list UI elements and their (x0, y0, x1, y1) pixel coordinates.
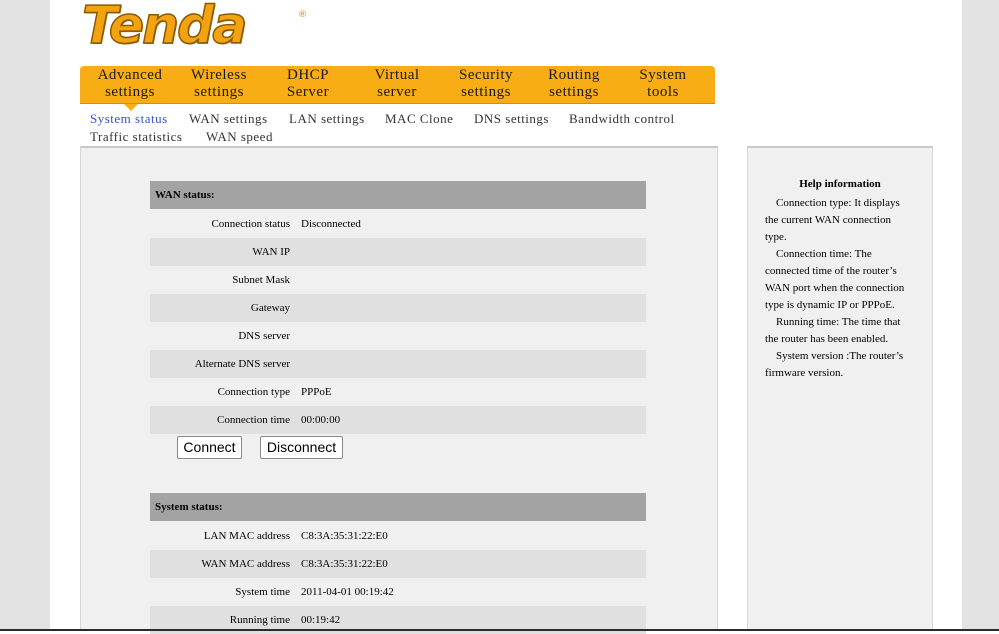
wan-row-gateway: Gateway (150, 294, 646, 322)
nav-dhcp-server[interactable]: DHCP Server (276, 67, 340, 101)
row-label: WAN IP (252, 246, 290, 258)
sys-row-system-time: System time 2011-04-01 00:19:42 (150, 578, 646, 606)
subnav-bandwidth-control[interactable]: Bandwidth control (569, 111, 675, 127)
active-nav-arrow-icon (124, 104, 138, 111)
nav-system-tools[interactable]: System tools (631, 67, 695, 101)
help-paragraph: Connection time: The connected time of t… (765, 248, 905, 311)
nav-advanced-settings[interactable]: Advanced settings (92, 67, 168, 101)
nav-label-line1: Security (459, 67, 513, 83)
wan-status-header: WAN status: (150, 181, 646, 209)
nav-virtual-server[interactable]: Virtual server (363, 67, 431, 101)
row-label: Connection time (216, 414, 290, 426)
wan-row-connection-type: Connection type PPPoE (150, 378, 646, 406)
nav-label-line2: server (377, 84, 417, 100)
row-label: Connection type (217, 386, 290, 398)
subnav-traffic-statistics[interactable]: Traffic statistics (90, 129, 182, 145)
connect-button[interactable]: Connect (177, 436, 242, 459)
row-value: C8:3A:35:31:22:E0 (301, 558, 388, 570)
nav-label-line1: System (639, 67, 687, 83)
help-title: Help information (799, 178, 881, 190)
nav-label-line1: Advanced (97, 67, 163, 83)
row-label: Alternate DNS server (194, 358, 290, 370)
nav-label-line1: DHCP (286, 67, 329, 83)
nav-label-line1: Virtual (374, 67, 420, 83)
nav-security-settings[interactable]: Security settings (449, 67, 523, 101)
registered-mark: ® (298, 10, 307, 20)
row-label: Connection status (211, 218, 290, 230)
help-paragraph: System version :The router’s firmware ve… (765, 350, 904, 379)
help-text: Connection type: It displays the current… (765, 195, 915, 382)
nav-label-line2: settings (105, 84, 155, 100)
sys-row-wan-mac: WAN MAC address C8:3A:35:31:22:E0 (150, 550, 646, 578)
row-value: 00:00:00 (301, 414, 341, 426)
row-value: C8:3A:35:31:22:E0 (301, 530, 388, 542)
row-value: Disconnected (301, 218, 361, 230)
row-value: PPPoE (301, 386, 332, 398)
page-margin-right (962, 0, 999, 629)
subnav-mac-clone[interactable]: MAC Clone (385, 111, 453, 127)
row-label: System time (235, 586, 290, 598)
wan-row-connection-status: Connection status Disconnected (150, 210, 646, 238)
nav-label-line2: tools (647, 84, 679, 100)
wan-row-alternate-dns: Alternate DNS server (150, 350, 646, 378)
row-label: LAN MAC address (203, 530, 290, 542)
nav-label-line2: settings (549, 84, 599, 100)
row-value: 2011-04-01 00:19:42 (301, 586, 394, 598)
nav-label-line1: Wireless (191, 67, 247, 83)
subnav-wan-speed[interactable]: WAN speed (206, 129, 273, 145)
sys-row-lan-mac: LAN MAC address C8:3A:35:31:22:E0 (150, 522, 646, 550)
nav-label-line1: Routing (548, 67, 600, 83)
main-nav: Advanced settings Wireless settings DHCP… (80, 66, 715, 104)
tenda-logo: Tenda (81, 0, 248, 56)
nav-label-line2: settings (194, 84, 244, 100)
row-label: Gateway (250, 302, 290, 314)
wan-row-subnet-mask: Subnet Mask (150, 266, 646, 294)
row-label: WAN MAC address (201, 558, 290, 570)
nav-label-line2: settings (461, 84, 511, 100)
nav-routing-settings[interactable]: Routing settings (539, 67, 609, 101)
wan-row-connection-time: Connection time 00:00:00 (150, 406, 646, 434)
system-status-header: System status: (150, 493, 646, 521)
help-panel: Help information Connection type: It dis… (747, 146, 933, 631)
wan-row-dns-server: DNS server (150, 322, 646, 350)
row-label: Subnet Mask (232, 274, 290, 286)
help-paragraph: Running time: The time that the router h… (765, 316, 901, 345)
subnav-lan-settings[interactable]: LAN settings (289, 111, 365, 127)
row-label: DNS server (238, 330, 290, 342)
subnav-system-status[interactable]: System status (90, 111, 168, 127)
wan-row-wan-ip: WAN IP (150, 238, 646, 266)
page-margin-left (0, 0, 50, 629)
nav-label-line2: Server (286, 84, 330, 100)
subnav-wan-settings[interactable]: WAN settings (189, 111, 268, 127)
subnav-dns-settings[interactable]: DNS settings (474, 111, 549, 127)
nav-wireless-settings[interactable]: Wireless settings (182, 67, 256, 101)
help-paragraph: Connection type: It displays the current… (765, 197, 900, 243)
disconnect-button[interactable]: Disconnect (260, 436, 343, 459)
